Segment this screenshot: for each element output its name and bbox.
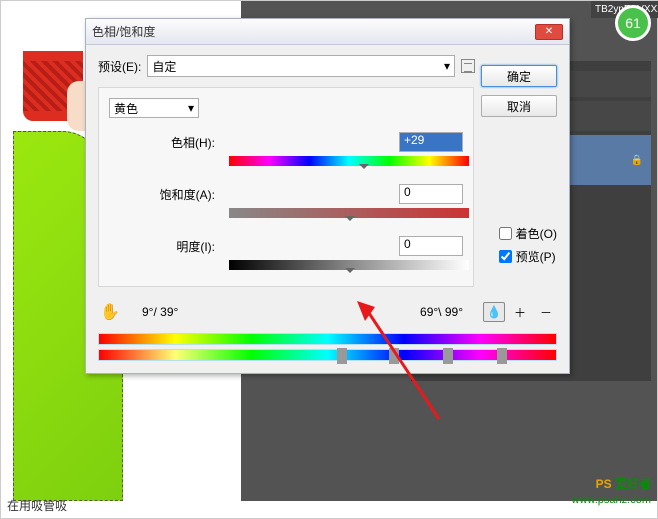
- color-ramp-group: [98, 333, 557, 361]
- hue-input[interactable]: +29: [399, 132, 463, 152]
- cancel-button[interactable]: 取消: [481, 95, 557, 117]
- eyedropper-minus-icon[interactable]: －: [535, 302, 557, 322]
- chevron-down-icon: ▾: [444, 59, 450, 73]
- watermark-brand: PS 爱好者: [572, 471, 651, 494]
- lock-icon: 🔒: [631, 155, 643, 166]
- watermark: PS 爱好者 www.psahz.com: [572, 471, 651, 506]
- lightness-input[interactable]: 0: [399, 236, 463, 256]
- range-left: 9°/ 39°: [142, 305, 178, 319]
- range-marker[interactable]: [497, 348, 507, 364]
- channel-value: 黄色: [114, 100, 138, 117]
- preview-checkbox[interactable]: [499, 250, 512, 263]
- options-checkboxes: 着色(O) 预览(P): [499, 225, 557, 265]
- preset-options-icon[interactable]: [461, 59, 475, 73]
- saturation-row: 饱和度(A): 0: [109, 184, 463, 204]
- hue-row: 色相(H): +29: [109, 132, 463, 152]
- hue-saturation-dialog: 色相/饱和度 ✕ 确定 取消 预设(E): 自定 ▾ 黄色 ▾ 色: [85, 18, 570, 374]
- color-ramp-result[interactable]: [98, 349, 557, 361]
- channel-select[interactable]: 黄色 ▾: [109, 98, 199, 118]
- preview-label: 预览(P): [516, 248, 556, 265]
- badge-circle: 61: [615, 5, 651, 41]
- eyedropper-plus-icon[interactable]: ＋: [509, 302, 531, 322]
- colorize-option[interactable]: 着色(O): [499, 225, 557, 242]
- preview-option[interactable]: 预览(P): [499, 248, 557, 265]
- preset-label: 预设(E):: [98, 58, 141, 75]
- slider-thumb-icon[interactable]: [345, 216, 355, 226]
- watermark-url: www.psahz.com: [572, 494, 651, 506]
- range-right: 69°\ 99°: [420, 305, 463, 319]
- range-marker[interactable]: [337, 348, 347, 364]
- tools-row: ✋ 9°/ 39° 69°\ 99° 💧 ＋ －: [98, 301, 557, 323]
- saturation-label: 饱和度(A):: [109, 186, 219, 203]
- lightness-row: 明度(I): 0: [109, 236, 463, 256]
- eyedropper-icon[interactable]: 💧: [483, 302, 505, 322]
- colorize-label: 着色(O): [516, 225, 557, 242]
- color-ramp-source: [98, 333, 557, 345]
- dialog-titlebar[interactable]: 色相/饱和度 ✕: [86, 19, 569, 45]
- dialog-body: 确定 取消 预设(E): 自定 ▾ 黄色 ▾ 色相(H): +29: [86, 45, 569, 373]
- colorize-checkbox[interactable]: [499, 227, 512, 240]
- lightness-label: 明度(I):: [109, 238, 219, 255]
- hue-label: 色相(H):: [109, 134, 219, 151]
- preset-select[interactable]: 自定 ▾: [147, 55, 455, 77]
- preset-value: 自定: [152, 58, 176, 75]
- dialog-side-buttons: 确定 取消: [481, 65, 557, 117]
- dialog-title: 色相/饱和度: [92, 23, 155, 40]
- range-marker[interactable]: [443, 348, 453, 364]
- ok-button[interactable]: 确定: [481, 65, 557, 87]
- adjust-group: 黄色 ▾ 色相(H): +29 饱和度(A): 0 明度(I): 0: [98, 87, 474, 287]
- caption-text: 在用吸管吸: [7, 497, 67, 514]
- close-icon[interactable]: ✕: [535, 24, 563, 40]
- hue-slider[interactable]: [229, 156, 469, 170]
- saturation-slider[interactable]: [229, 208, 469, 222]
- range-readout: 9°/ 39° 69°\ 99°: [132, 305, 473, 319]
- slider-thumb-icon[interactable]: [345, 268, 355, 278]
- lightness-slider[interactable]: [229, 260, 469, 274]
- range-marker[interactable]: [389, 348, 399, 364]
- slider-thumb-icon[interactable]: [359, 164, 369, 174]
- saturation-input[interactable]: 0: [399, 184, 463, 204]
- scrubby-hand-icon[interactable]: ✋: [98, 301, 122, 323]
- chevron-down-icon: ▾: [188, 101, 194, 115]
- eyedropper-tools: 💧 ＋ －: [483, 302, 557, 322]
